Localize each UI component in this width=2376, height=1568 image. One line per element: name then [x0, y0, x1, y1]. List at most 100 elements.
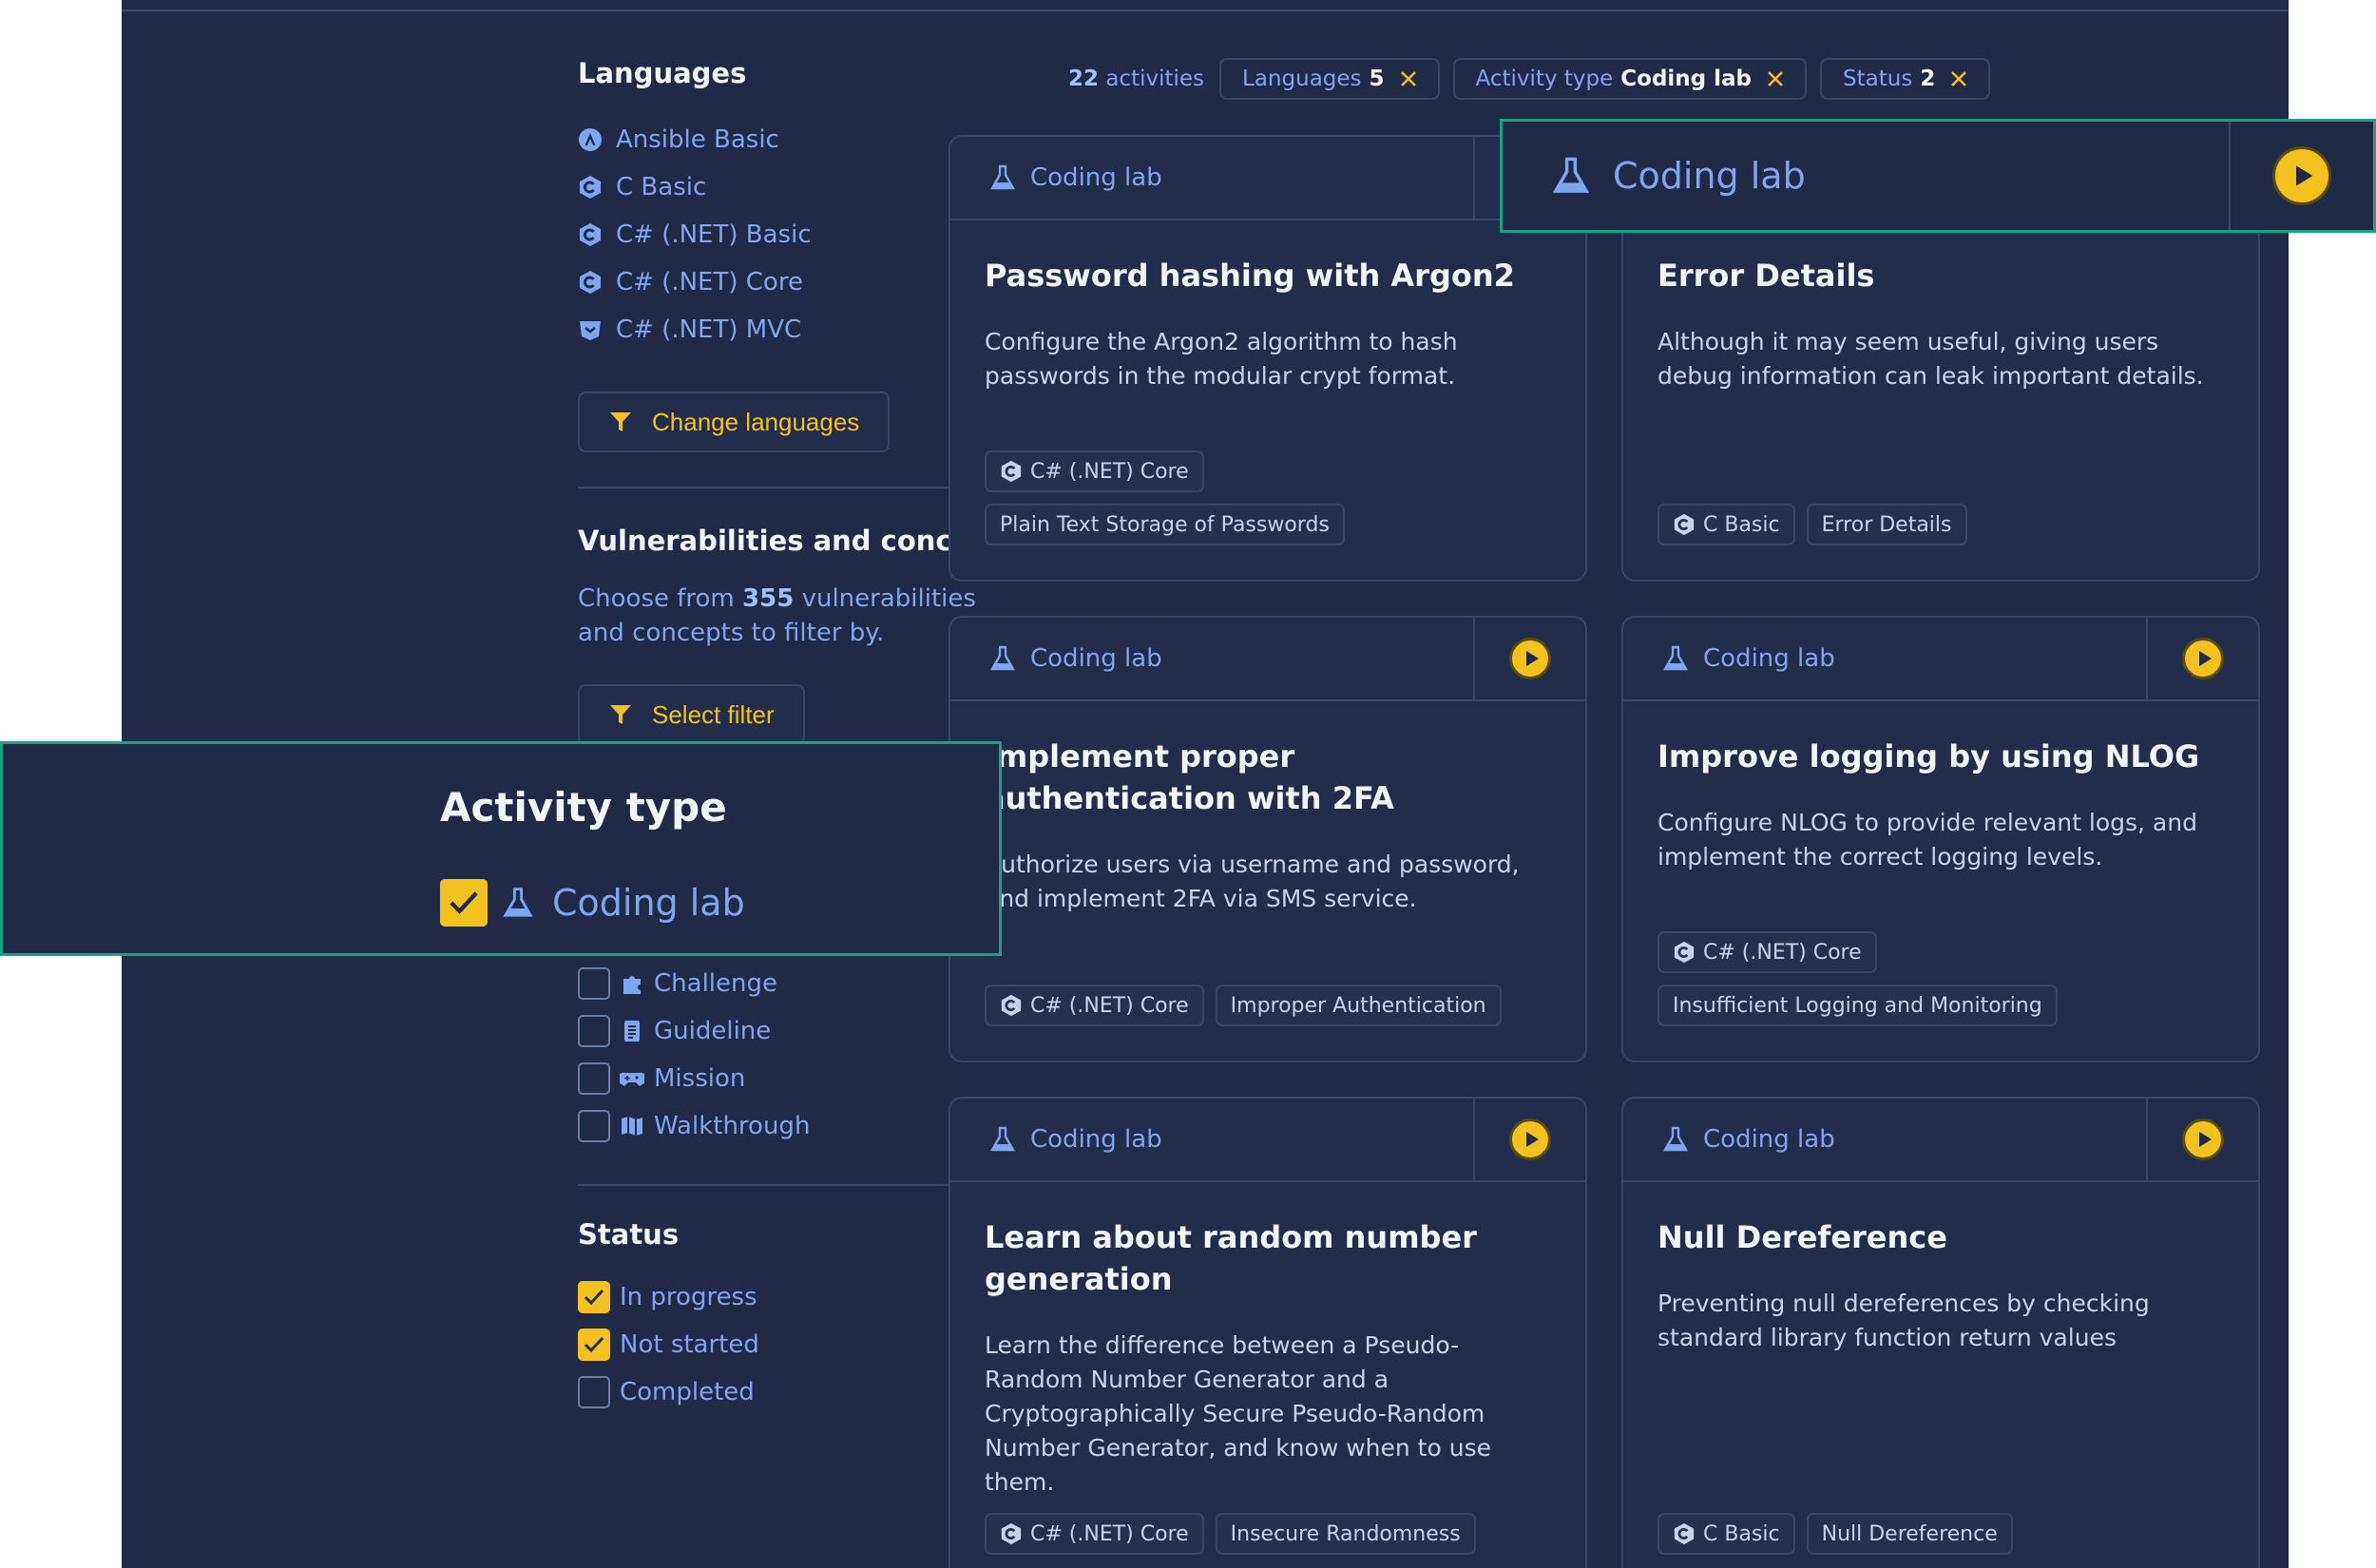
- tag-row: Insufficient Logging and Monitoring: [1657, 985, 2224, 1026]
- activity-card[interactable]: Coding lab Implement proper authenticatio…: [948, 616, 1587, 1062]
- card-type-label: Coding lab: [1703, 1125, 1835, 1154]
- card-type-label: Coding lab: [1030, 163, 1162, 192]
- activity-card[interactable]: Coding lab Improve logging by using NLOG C…: [1621, 616, 2260, 1062]
- change-languages-label: Change languages: [652, 407, 860, 436]
- filter-chip-languages[interactable]: Languages 5: [1219, 58, 1440, 100]
- language-label: C# (.NET) Core: [616, 268, 803, 296]
- play-icon[interactable]: [1509, 638, 1551, 679]
- filter-chip-status[interactable]: Status 2: [1820, 58, 1991, 100]
- checkbox[interactable]: [578, 1015, 610, 1047]
- checkbox[interactable]: [578, 1062, 610, 1095]
- card-description: Learn the difference between a Pseudo-Ra…: [985, 1331, 1491, 1496]
- play-button[interactable]: [2146, 1099, 2258, 1180]
- card-body: Password hashing with Argon2 Configure th…: [950, 220, 1585, 393]
- tag-label: Plain Text Storage of Passwords: [1000, 512, 1330, 537]
- play-button[interactable]: [2146, 618, 2258, 699]
- card-body: Error Details Although it may seem useful…: [1623, 220, 2258, 393]
- chip-value: 2: [1920, 67, 1936, 91]
- vulnerability-tag: Insecure Randomness: [1215, 1513, 1476, 1555]
- funnel-icon: [610, 412, 631, 431]
- activity-option-label: Guideline: [654, 1017, 772, 1045]
- card-title[interactable]: Implement proper authentication with 2FA: [985, 736, 1551, 819]
- zoom-card-type-label: Coding lab: [1613, 155, 1806, 197]
- close-icon[interactable]: [1398, 68, 1419, 89]
- status-option-label: Not started: [620, 1330, 759, 1359]
- gamepad-icon: [620, 1072, 644, 1086]
- change-languages-button[interactable]: Change languages: [578, 392, 891, 452]
- checkbox[interactable]: [578, 1110, 610, 1142]
- filter-chip-activity-type[interactable]: Activity type Coding lab: [1452, 58, 1808, 100]
- checkbox[interactable]: [578, 967, 610, 1000]
- card-title[interactable]: Error Details: [1657, 255, 2224, 296]
- c-hex-icon: [1674, 941, 1695, 964]
- language-tag: C Basic: [1657, 504, 1795, 545]
- c-hex-icon: [580, 176, 601, 199]
- card-body: Improve logging by using NLOG Configure N…: [1623, 701, 2258, 874]
- chip-label: Languages: [1242, 67, 1362, 91]
- play-button[interactable]: [1473, 1099, 1585, 1180]
- card-description: Preventing null dereferences by checking…: [1657, 1290, 2150, 1351]
- activity-card[interactable]: Coding lab Password hashing with Argon2 Co…: [948, 135, 1587, 582]
- play-button[interactable]: [1473, 618, 1585, 699]
- tag-label: C# (.NET) Core: [1030, 459, 1189, 484]
- activity-option-coding-lab[interactable]: Coding lab: [440, 879, 745, 927]
- language-tag: C Basic: [1657, 1513, 1795, 1555]
- vulnerability-tag: Improper Authentication: [1215, 985, 1502, 1026]
- checkbox-checked[interactable]: [578, 1281, 610, 1313]
- vulnerability-tag: Plain Text Storage of Passwords: [985, 504, 1345, 545]
- tag-row: C# (.NET) Core: [1657, 931, 2224, 973]
- zoom-play-button[interactable]: [2229, 122, 2373, 230]
- zoom-card-type: Coding lab: [1550, 122, 1806, 230]
- card-title[interactable]: Improve logging by using NLOG: [1657, 736, 2224, 777]
- activity-count: 22 activities: [1068, 67, 1204, 91]
- card-type: Coding lab: [988, 1125, 1162, 1154]
- card-title[interactable]: Null Dereference: [1657, 1216, 2224, 1258]
- flask-icon: [503, 888, 533, 917]
- close-icon[interactable]: [1765, 68, 1786, 89]
- tag-label: Error Details: [1821, 512, 1952, 537]
- card-header: Coding lab: [950, 137, 1585, 220]
- language-tag: C# (.NET) Core: [985, 450, 1204, 492]
- tag-label: C# (.NET) Core: [1030, 993, 1189, 1018]
- chip-value: 5: [1369, 67, 1385, 91]
- count-number: 22: [1068, 67, 1100, 91]
- activity-type-title: Activity type: [440, 784, 727, 831]
- card-header: Coding lab: [1623, 618, 2258, 701]
- c-hex-icon: [580, 223, 601, 246]
- tag-label: Improper Authentication: [1230, 993, 1486, 1018]
- close-icon[interactable]: [1948, 68, 1969, 89]
- desc-prefix: Choose from: [578, 584, 743, 613]
- card-type: Coding lab: [1661, 1125, 1835, 1154]
- funnel-icon: [610, 705, 631, 724]
- shield-icon: [580, 321, 601, 340]
- c-hex-icon: [1001, 1522, 1022, 1545]
- tag-label: C Basic: [1703, 1521, 1780, 1546]
- activity-option-label: Challenge: [654, 969, 777, 998]
- card-type: Coding lab: [988, 644, 1162, 673]
- card-title[interactable]: Learn about random number generation: [985, 1216, 1551, 1300]
- flask-icon: [1662, 645, 1689, 671]
- checkbox-checked[interactable]: [440, 879, 488, 927]
- active-filters-bar: 22 activities Languages 5 Activity type Co…: [1068, 57, 2003, 101]
- language-tag: C# (.NET) Core: [985, 985, 1204, 1026]
- play-icon[interactable]: [1509, 1119, 1551, 1160]
- map-icon: [622, 1117, 642, 1136]
- activity-card[interactable]: Coding lab Null Dereference Preventing nul…: [1621, 1097, 2260, 1568]
- card-type-label: Coding lab: [1030, 1125, 1162, 1154]
- select-filter-button[interactable]: Select filter: [578, 684, 805, 745]
- activity-card[interactable]: Coding lab Learn about random number gene…: [948, 1097, 1587, 1568]
- puzzle-icon: [623, 976, 641, 994]
- play-icon[interactable]: [2182, 638, 2224, 679]
- vulnerability-tag: Error Details: [1806, 504, 1967, 545]
- status-option-label: In progress: [620, 1283, 757, 1311]
- card-title[interactable]: Password hashing with Argon2: [985, 255, 1551, 296]
- activity-option-label: Walkthrough: [654, 1112, 811, 1140]
- language-label: Ansible Basic: [616, 125, 779, 154]
- tag-label: C# (.NET) Core: [1030, 1521, 1189, 1546]
- checkbox[interactable]: [578, 1376, 610, 1408]
- play-icon[interactable]: [2272, 146, 2331, 205]
- checkbox-checked[interactable]: [578, 1329, 610, 1361]
- card-tags: C# (.NET) Core Plain Text Storage of Pass…: [985, 439, 1551, 545]
- play-icon[interactable]: [2182, 1119, 2224, 1160]
- card-tags: C# (.NET) Core Insufficient Logging and M…: [1657, 920, 2224, 1026]
